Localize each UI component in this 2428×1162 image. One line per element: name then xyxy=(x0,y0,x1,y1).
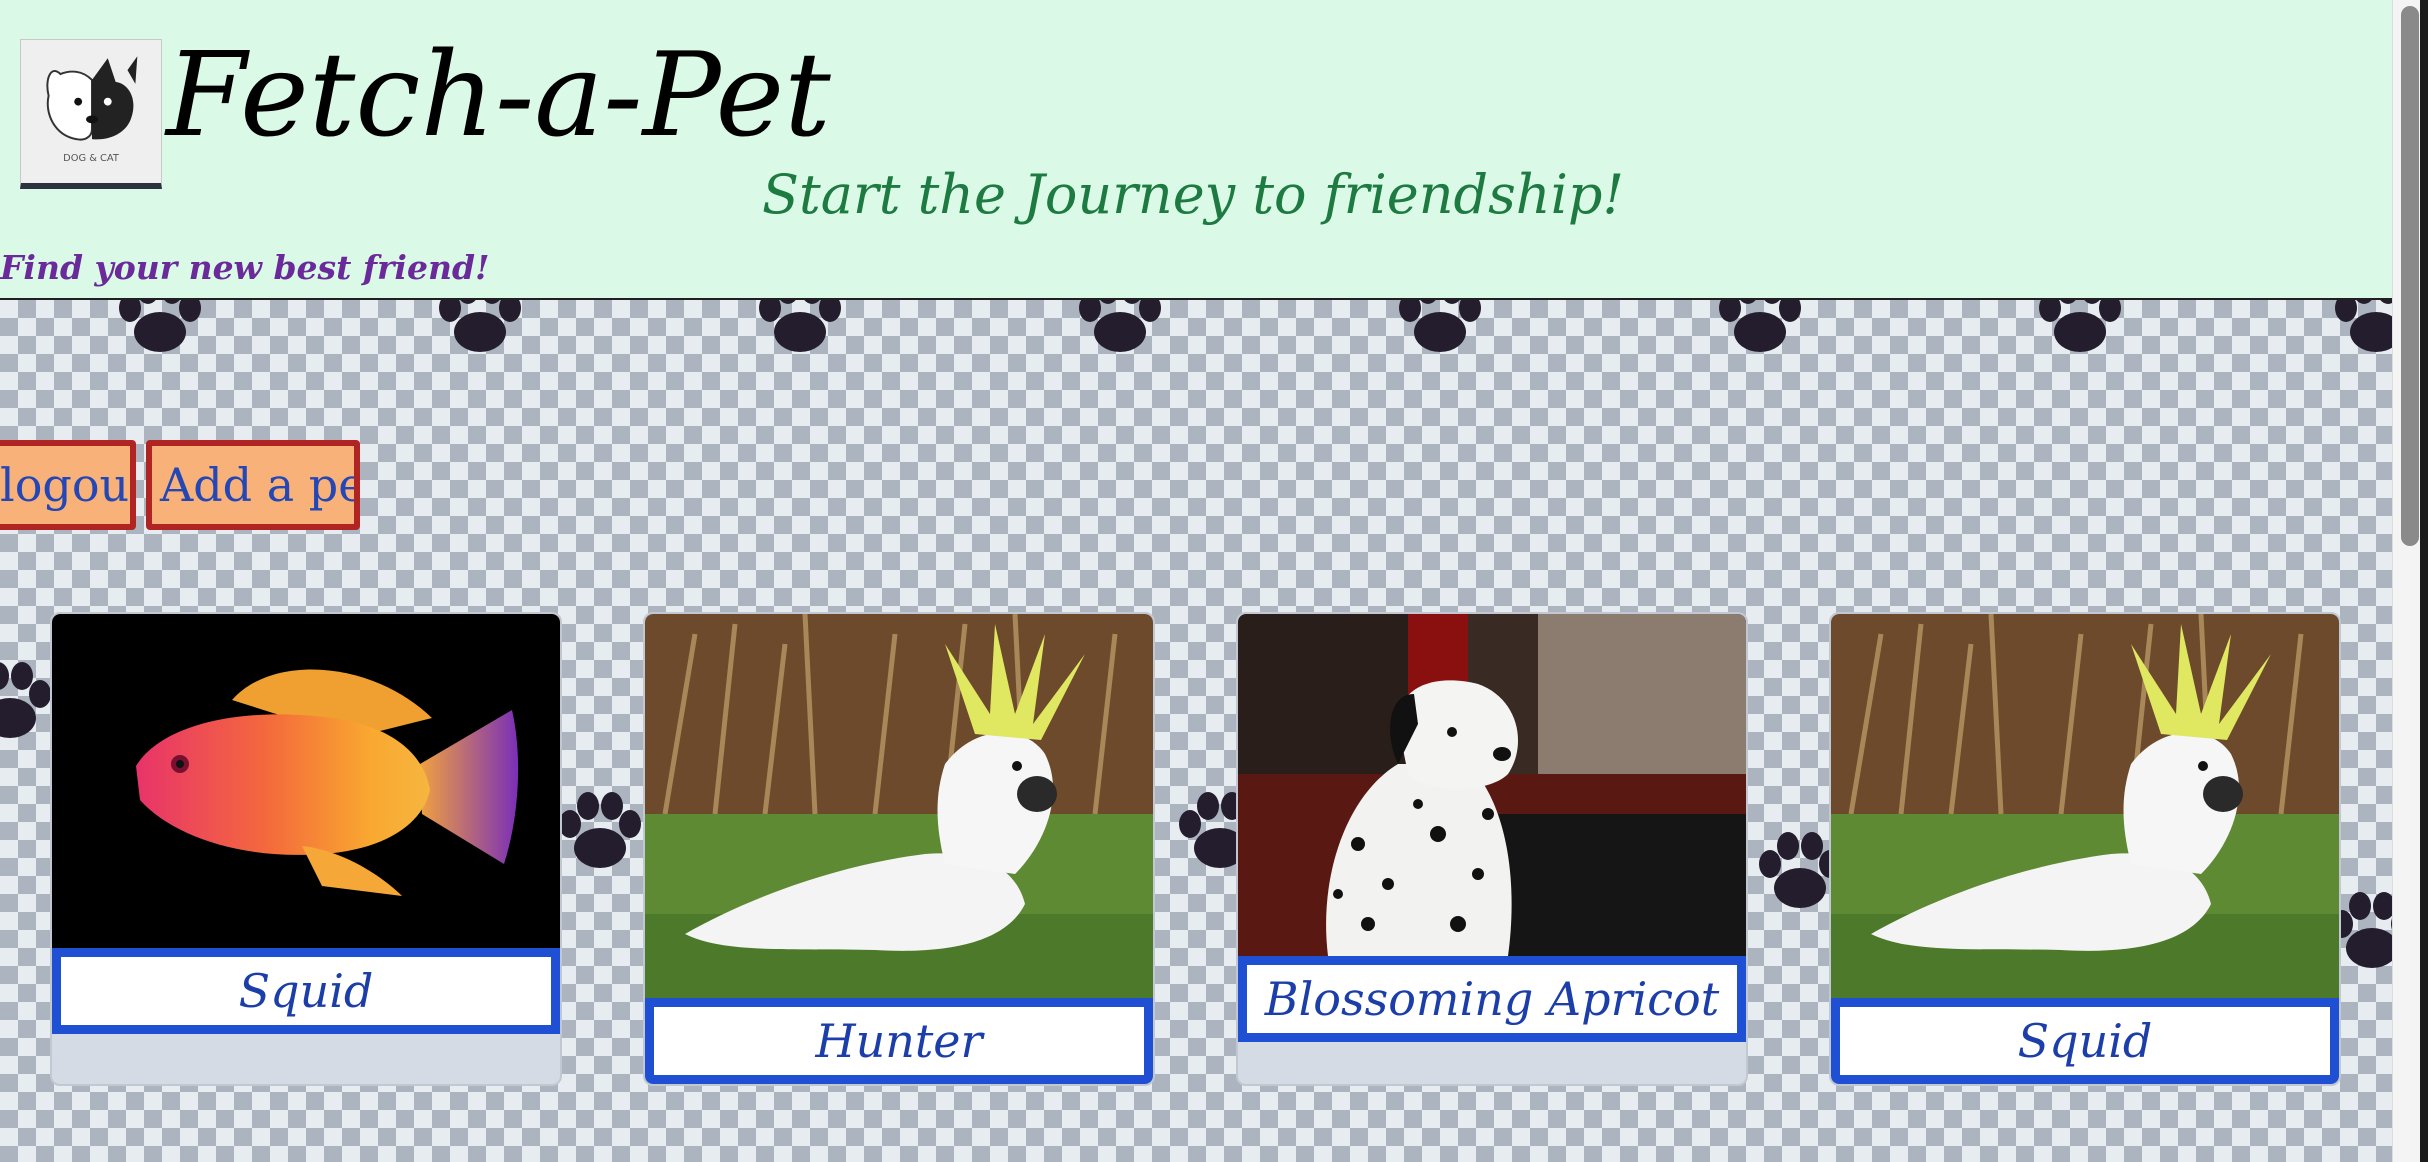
cockatoo-photo-icon xyxy=(1831,614,2339,998)
pet-photo[interactable] xyxy=(52,614,560,948)
add-pet-button[interactable]: Add a pet xyxy=(146,440,360,530)
logo-text: DOG & CAT xyxy=(63,153,120,164)
pet-card[interactable]: Hunter xyxy=(643,612,1155,1086)
scrollbar-thumb[interactable] xyxy=(2401,6,2419,546)
cockatoo-photo-icon xyxy=(645,614,1153,998)
window-edge xyxy=(2420,0,2428,1162)
site-header: DOG & CAT Fetch-a-Pet Start the Journey … xyxy=(0,0,2392,300)
pet-photo[interactable] xyxy=(1831,614,2339,998)
pet-photo[interactable] xyxy=(645,614,1153,998)
logout-button[interactable]: logout xyxy=(0,440,136,530)
pet-name[interactable]: Squid xyxy=(52,948,560,1034)
pet-name[interactable]: Squid xyxy=(1831,998,2339,1084)
site-logo[interactable]: DOG & CAT xyxy=(20,39,162,189)
pet-photo[interactable] xyxy=(1238,614,1746,956)
pet-name[interactable]: Hunter xyxy=(645,998,1153,1084)
tagline: Start the Journey to friendship! xyxy=(762,163,1625,226)
pet-name[interactable]: Blossoming Apricot xyxy=(1238,956,1746,1042)
pet-card[interactable]: Squid xyxy=(50,612,562,1086)
dalmatian-puppy-photo-icon xyxy=(1238,614,1746,956)
dog-and-cat-logo-icon: DOG & CAT xyxy=(21,40,161,183)
site-title: Fetch-a-Pet xyxy=(166,28,831,163)
pet-card[interactable]: Blossoming Apricot xyxy=(1236,612,1748,1086)
pet-card[interactable]: Squid xyxy=(1829,612,2341,1086)
subtagline: Find your new best friend! xyxy=(0,248,490,287)
fish-photo-icon xyxy=(52,614,560,948)
